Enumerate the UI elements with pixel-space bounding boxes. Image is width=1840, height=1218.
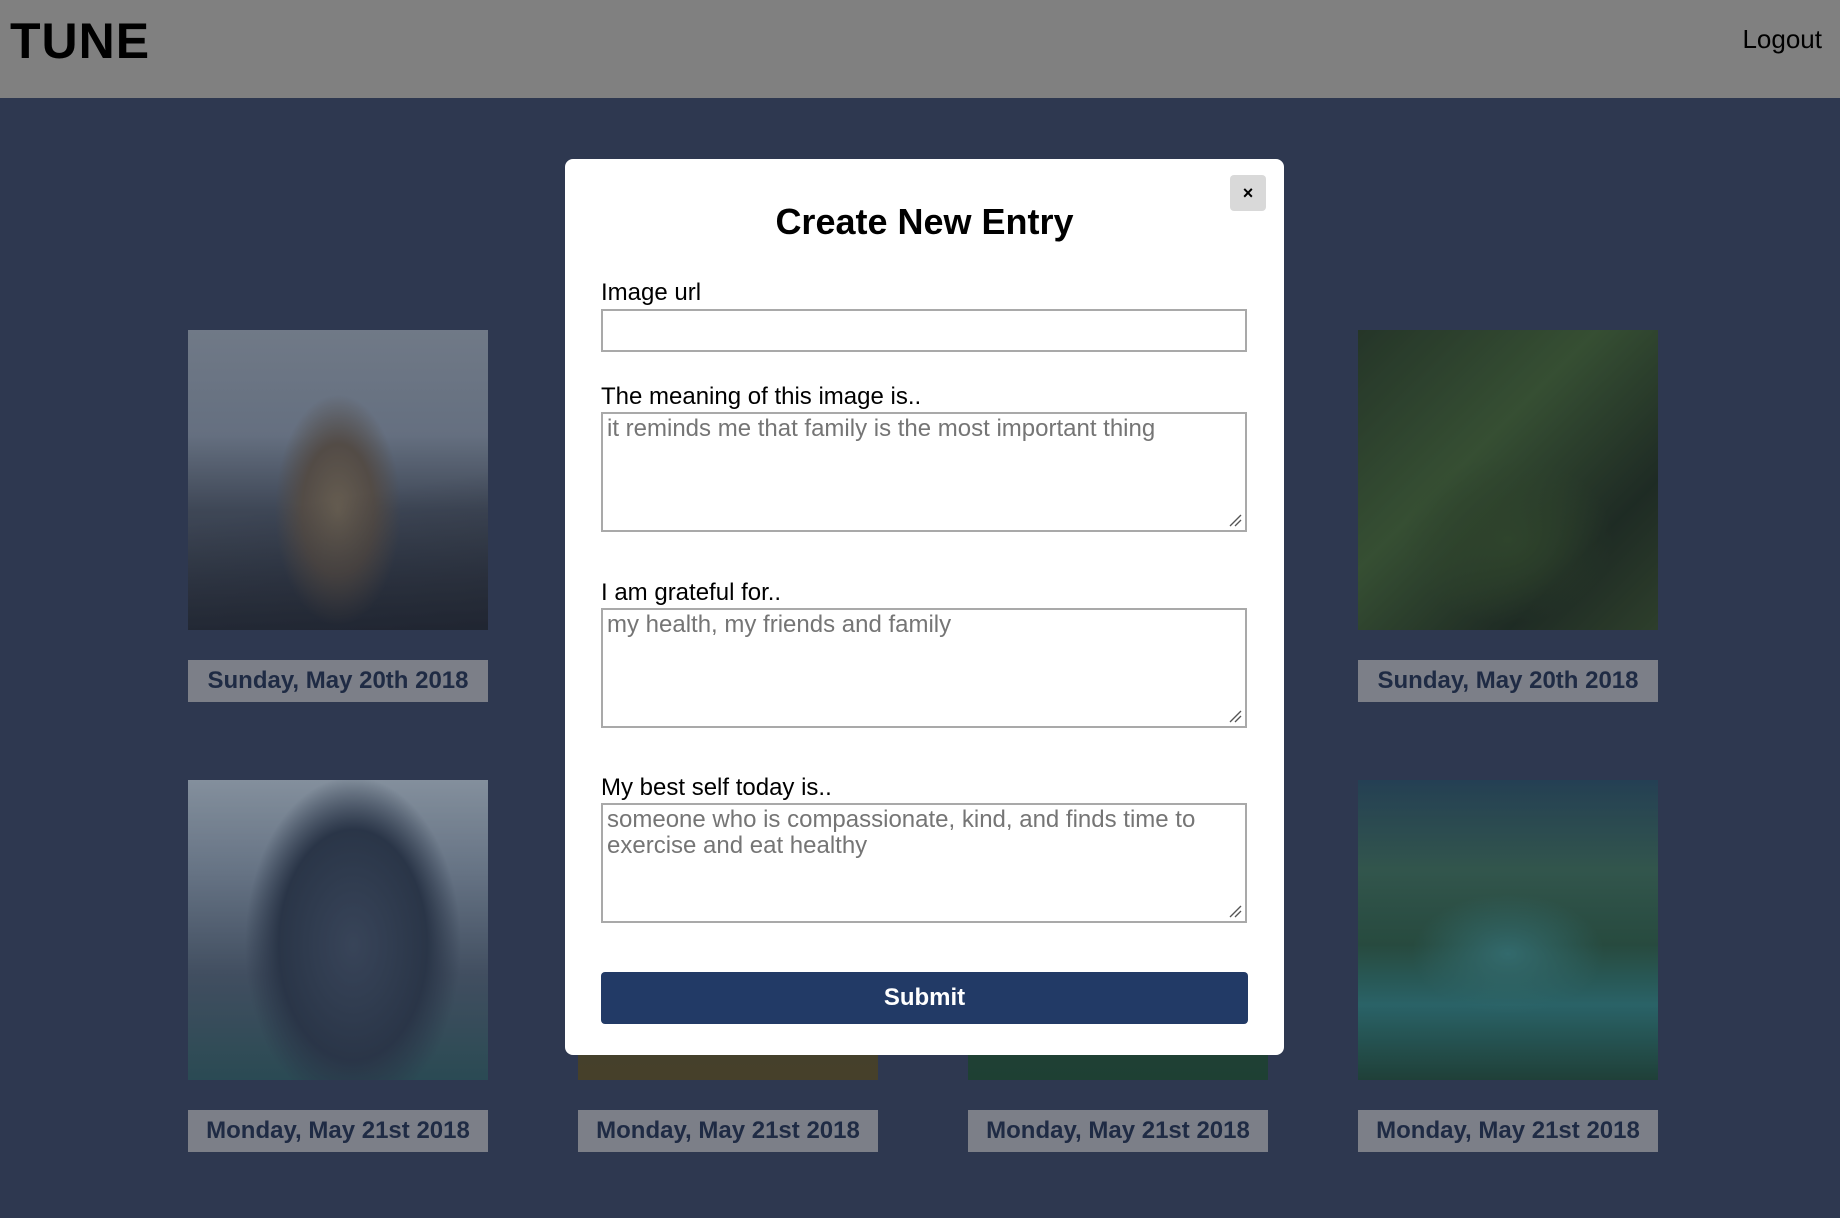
entry-date: Sunday, May 20th 2018 (188, 660, 488, 702)
grateful-placeholder: my health, my friends and family (607, 611, 952, 638)
entry-date: Monday, May 21st 2018 (1358, 1110, 1658, 1152)
entry-card[interactable]: Sunday, May 20th 2018 (188, 330, 488, 702)
entry-date: Monday, May 21st 2018 (578, 1110, 878, 1152)
meaning-label: The meaning of this image is.. (601, 383, 922, 410)
logout-link[interactable]: Logout (1742, 24, 1822, 55)
brand-logo[interactable]: TUNE (10, 12, 150, 70)
best-self-placeholder: someone who is compassionate, kind, and … (607, 806, 1196, 859)
entry-image (1358, 330, 1658, 630)
top-navbar: TUNE Logout (0, 0, 1840, 98)
resize-grip-icon[interactable] (1228, 904, 1242, 918)
meaning-placeholder: it reminds me that family is the most im… (607, 415, 1156, 442)
grateful-textarea[interactable]: my health, my friends and family (601, 608, 1247, 728)
entry-image (188, 330, 488, 630)
image-url-label: Image url (601, 279, 702, 306)
resize-grip-icon[interactable] (1228, 513, 1242, 527)
entry-image (188, 780, 488, 1080)
entry-card[interactable]: Monday, May 21st 2018 (1358, 780, 1658, 1152)
meaning-textarea[interactable]: it reminds me that family is the most im… (601, 412, 1247, 532)
resize-grip-icon[interactable] (1228, 709, 1242, 723)
modal-title: Create New Entry (775, 201, 1074, 242)
image-url-input[interactable] (601, 309, 1247, 352)
best-self-label: My best self today is.. (601, 774, 832, 801)
entry-card[interactable]: Sunday, May 20th 2018 (1358, 330, 1658, 702)
grateful-label: I am grateful for.. (601, 579, 782, 606)
submit-button[interactable]: Submit (601, 972, 1248, 1024)
best-self-textarea[interactable]: someone who is compassionate, kind, and … (601, 803, 1247, 923)
entry-image (1358, 780, 1658, 1080)
entry-date: Monday, May 21st 2018 (188, 1110, 488, 1152)
create-entry-modal: × Create New Entry Image url The meaning… (565, 159, 1284, 1055)
entry-card[interactable]: Monday, May 21st 2018 (188, 780, 488, 1152)
entry-date: Sunday, May 20th 2018 (1358, 660, 1658, 702)
entry-date: Monday, May 21st 2018 (968, 1110, 1268, 1152)
